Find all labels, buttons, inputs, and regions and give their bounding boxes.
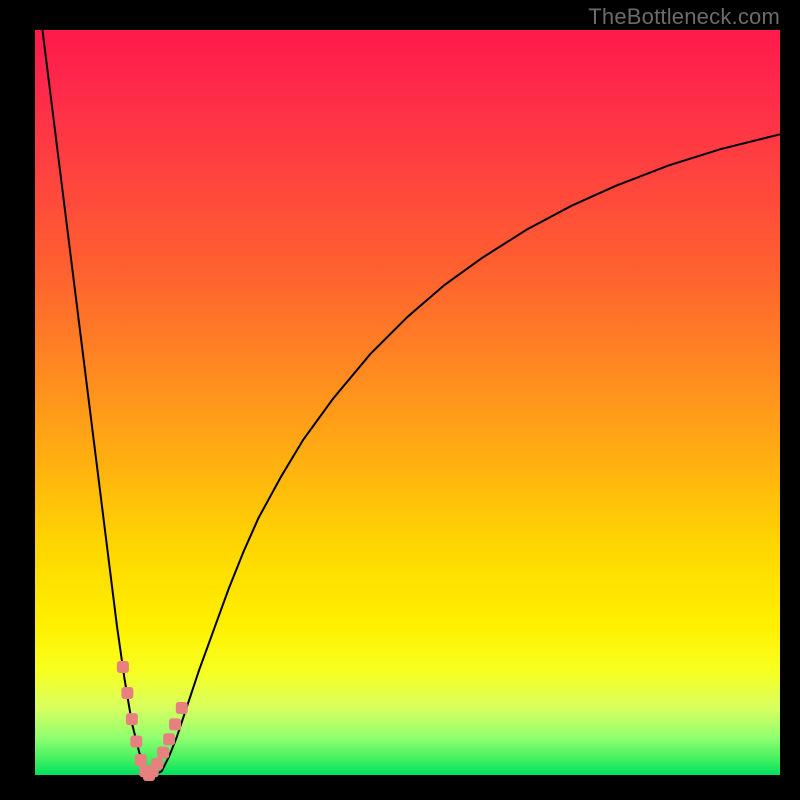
chart-marker: [169, 718, 181, 730]
chart-marker: [135, 754, 147, 766]
chart-svg: [0, 0, 800, 800]
chart-marker: [163, 733, 175, 745]
chart-marker: [126, 713, 138, 725]
chart-marker: [176, 702, 188, 714]
watermark-text: TheBottleneck.com: [588, 4, 780, 30]
chart-marker: [151, 758, 163, 770]
chart-marker: [157, 747, 169, 759]
chart-marker: [130, 735, 142, 747]
chart-marker: [117, 661, 129, 673]
chart-marker: [121, 687, 133, 699]
chart-curve: [42, 30, 780, 775]
chart-frame: TheBottleneck.com: [0, 0, 800, 800]
chart-markers: [117, 661, 188, 781]
